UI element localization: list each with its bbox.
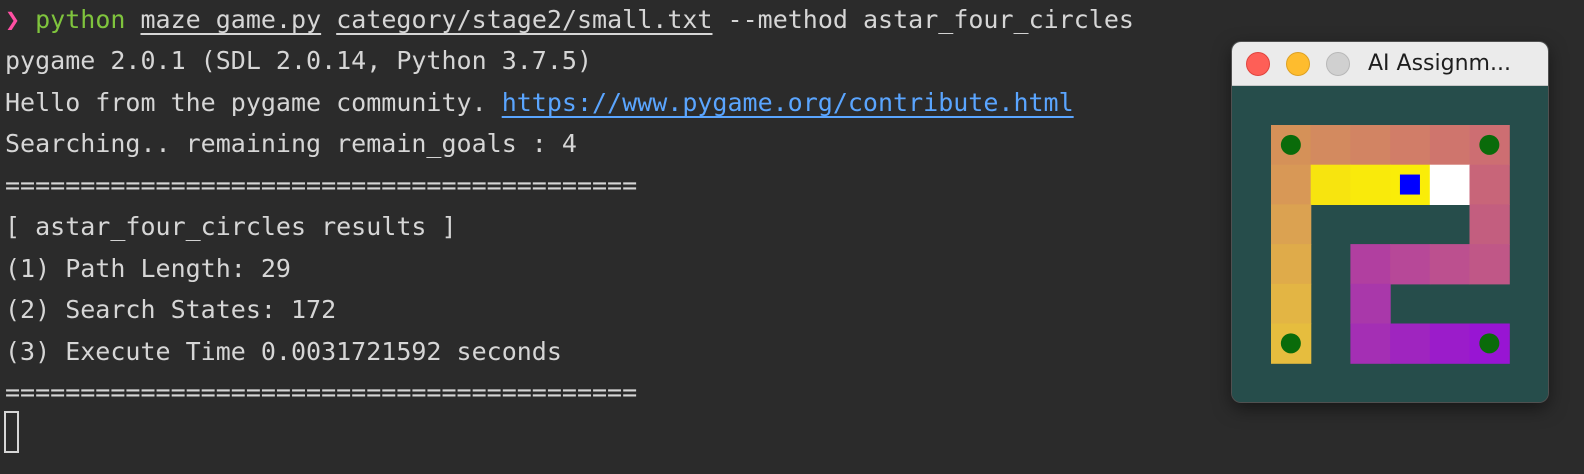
maze-path-cell — [1390, 125, 1431, 166]
path-length-line: (1) Path Length: 29 — [5, 254, 291, 283]
maze-path-cell — [1350, 283, 1391, 325]
maze-canvas — [1232, 86, 1548, 402]
results-header: [ astar_four_circles results ] — [5, 212, 457, 241]
pygame-version-line: pygame 2.0.1 (SDL 2.0.14, Python 3.7.5) — [5, 46, 592, 75]
prompt-chevron-icon: ❯ — [5, 5, 21, 34]
maze-path-cell — [1271, 244, 1312, 285]
maze-path-cell — [1429, 125, 1471, 166]
maze-path-cell — [1350, 125, 1391, 166]
agent-square-icon — [1399, 174, 1420, 195]
maze-path-cell — [1390, 323, 1431, 364]
maze-path-cell — [1350, 164, 1391, 205]
maze-path-cell — [1429, 164, 1471, 205]
execute-time-line: (3) Execute Time 0.0031721592 seconds — [5, 337, 562, 366]
goal-circle-icon — [1280, 333, 1301, 354]
window-title: AI Assignm... — [1368, 51, 1511, 76]
separator-line: ========================================… — [5, 171, 638, 200]
command-maze-file-path[interactable]: category/stage2/small.txt — [336, 5, 712, 34]
searching-line: Searching.. remaining remain_goals : 4 — [5, 129, 577, 158]
maze-path-cell — [1390, 244, 1431, 285]
maze-svg — [1271, 125, 1510, 364]
window-titlebar[interactable]: AI Assignm... — [1232, 42, 1548, 86]
pygame-window[interactable]: AI Assignm... — [1232, 42, 1548, 402]
command-script-path[interactable]: maze_game.py — [141, 5, 322, 34]
hello-line: Hello from the pygame community. https:/… — [5, 82, 1074, 123]
maze-path-cell — [1271, 164, 1312, 205]
goal-circle-icon — [1280, 134, 1301, 155]
command-args: --method astar_four_circles — [727, 5, 1134, 34]
search-states-line: (2) Search States: 172 — [5, 295, 337, 324]
zoom-window-button[interactable] — [1326, 52, 1350, 76]
goal-circle-icon — [1479, 333, 1500, 354]
maze-path-cell — [1469, 164, 1510, 205]
minimize-window-button[interactable] — [1286, 52, 1310, 76]
command-program: python — [35, 5, 126, 34]
maze-path-cell — [1310, 164, 1351, 205]
maze-path-cell — [1429, 323, 1471, 364]
maze-path-cell — [1271, 204, 1312, 245]
hello-text: Hello from the pygame community. — [5, 88, 502, 117]
pygame-contribute-link[interactable]: https://www.pygame.org/contribute.html — [502, 88, 1074, 117]
separator-line: ========================================… — [5, 378, 638, 407]
maze-path-cell — [1469, 244, 1510, 285]
maze-path-cell — [1310, 125, 1351, 166]
terminal-cursor — [4, 411, 19, 453]
command-line: ❯ python maze_game.py category/stage2/sm… — [5, 0, 1134, 40]
maze-path-cell — [1350, 323, 1391, 364]
maze-path-cell — [1469, 204, 1510, 245]
goal-circle-icon — [1479, 134, 1500, 155]
maze-path-cell — [1271, 283, 1312, 325]
close-window-button[interactable] — [1246, 52, 1270, 76]
maze-path-cell — [1429, 244, 1471, 285]
maze-path-cell — [1350, 244, 1391, 285]
